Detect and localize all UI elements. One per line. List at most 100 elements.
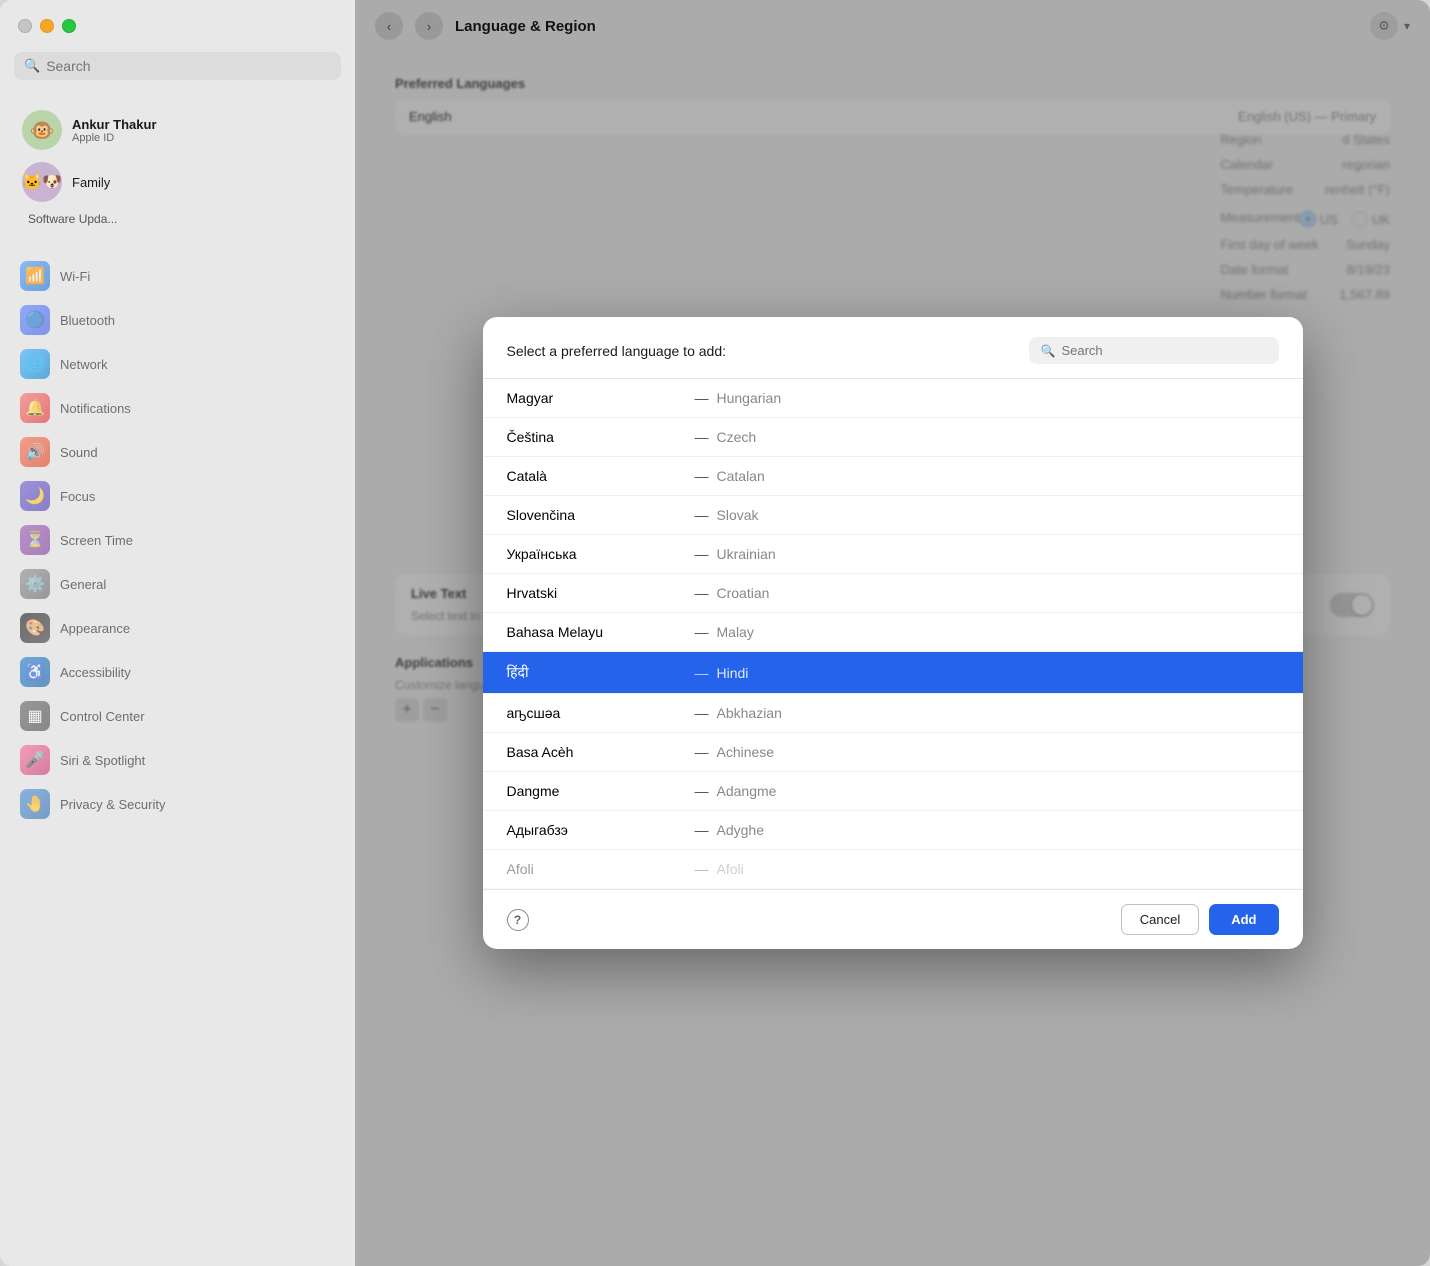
avatar: 🐵 [22, 110, 62, 150]
sidebar-search-box[interactable]: 🔍 [14, 52, 341, 80]
sidebar-user-section: 🐵 Ankur Thakur Apple ID 🐱🐶 Family Softwa… [0, 96, 355, 252]
modal-search-input[interactable] [1061, 343, 1266, 358]
main-window: 🔍 🐵 Ankur Thakur Apple ID 🐱🐶 Family Soft… [0, 0, 1430, 1266]
sidebar-item-network[interactable]: 🌐 Network [10, 342, 345, 386]
minimize-button[interactable] [40, 19, 54, 33]
lang-native-7: हिंदी [507, 663, 687, 682]
user-info: Ankur Thakur Apple ID [72, 117, 157, 144]
lang-native-11: Адыгабзэ [507, 822, 687, 838]
sidebar-user-item[interactable]: 🐵 Ankur Thakur Apple ID [14, 104, 341, 156]
sound-icon: 🔊 [20, 437, 50, 467]
sidebar-item-siri[interactable]: 🎤 Siri & Spotlight [10, 738, 345, 782]
sidebar-item-general[interactable]: ⚙️ General [10, 562, 345, 606]
language-row-hrvatski[interactable]: Hrvatski — Croatian [483, 574, 1303, 613]
sidebar-item-bluetooth-label: Bluetooth [60, 313, 115, 328]
lang-native-3: Slovenčina [507, 507, 687, 523]
sidebar-item-network-label: Network [60, 357, 108, 372]
accessibility-icon: ♿ [20, 657, 50, 687]
lang-english-5: Croatian [717, 585, 770, 601]
sidebar-item-controlcenter[interactable]: ▦ Control Center [10, 694, 345, 738]
screentime-icon: ⏳ [20, 525, 50, 555]
language-picker-modal: Select a preferred language to add: 🔍 Ma… [483, 317, 1303, 949]
privacy-icon: 🤚 [20, 789, 50, 819]
lang-english-10: Adangme [717, 783, 777, 799]
lang-english-3: Slovak [717, 507, 759, 523]
sidebar-item-privacy[interactable]: 🤚 Privacy & Security [10, 782, 345, 826]
modal-search-container[interactable]: 🔍 [1029, 337, 1279, 364]
lang-english-12: Afoli [717, 861, 744, 877]
lang-english-1: Czech [717, 429, 757, 445]
modal-footer: ? Cancel Add [483, 890, 1303, 949]
language-row-adyghe[interactable]: Адыгабзэ — Adyghe [483, 811, 1303, 850]
sidebar-item-accessibility[interactable]: ♿ Accessibility [10, 650, 345, 694]
wifi-icon: 📶 [20, 261, 50, 291]
lang-english-9: Achinese [717, 744, 775, 760]
bluetooth-icon: 🔵 [20, 305, 50, 335]
language-row-magyar[interactable]: Magyar — Hungarian [483, 379, 1303, 418]
sidebar-item-sound[interactable]: 🔊 Sound [10, 430, 345, 474]
sidebar-item-sound-label: Sound [60, 445, 98, 460]
modal-title: Select a preferred language to add: [507, 343, 727, 359]
software-update[interactable]: Software Upda... [14, 208, 341, 236]
sidebar-item-privacy-label: Privacy & Security [60, 797, 165, 812]
language-row-achinese[interactable]: Basa Acèh — Achinese [483, 733, 1303, 772]
language-row-slovencina[interactable]: Slovenčina — Slovak [483, 496, 1303, 535]
modal-overlay: Select a preferred language to add: 🔍 Ma… [355, 0, 1430, 1266]
sidebar-item-siri-label: Siri & Spotlight [60, 753, 145, 768]
sidebar-item-bluetooth[interactable]: 🔵 Bluetooth [10, 298, 345, 342]
lang-english-0: Hungarian [717, 390, 782, 406]
language-row-hindi[interactable]: हिंदी — Hindi [483, 652, 1303, 694]
lang-native-4: Українська [507, 546, 687, 562]
sidebar-items: 🐵 Ankur Thakur Apple ID 🐱🐶 Family Softwa… [0, 92, 355, 1266]
language-list: Magyar — Hungarian Čeština — Czech Catal… [483, 378, 1303, 890]
maximize-button[interactable] [62, 19, 76, 33]
lang-native-2: Català [507, 468, 687, 484]
lang-native-8: аҧсшәа [507, 705, 687, 721]
lang-native-0: Magyar [507, 390, 687, 406]
language-row-adangme[interactable]: Dangme — Adangme [483, 772, 1303, 811]
lang-english-7: Hindi [717, 665, 749, 681]
close-button[interactable] [18, 19, 32, 33]
focus-icon: 🌙 [20, 481, 50, 511]
language-row-catala[interactable]: Català — Catalan [483, 457, 1303, 496]
search-input[interactable] [46, 58, 331, 74]
lang-native-10: Dangme [507, 783, 687, 799]
sidebar-titlebar [0, 0, 355, 52]
language-row-afoli[interactable]: Afoli — Afoli [483, 850, 1303, 889]
language-row-cestina[interactable]: Čeština — Czech [483, 418, 1303, 457]
sidebar-item-focus[interactable]: 🌙 Focus [10, 474, 345, 518]
cancel-button[interactable]: Cancel [1121, 904, 1199, 935]
sidebar-item-notifications[interactable]: 🔔 Notifications [10, 386, 345, 430]
lang-native-1: Čeština [507, 429, 687, 445]
network-icon: 🌐 [20, 349, 50, 379]
help-button[interactable]: ? [507, 909, 529, 931]
language-row-malay[interactable]: Bahasa Melayu — Malay [483, 613, 1303, 652]
controlcenter-icon: ▦ [20, 701, 50, 731]
sidebar-family-item[interactable]: 🐱🐶 Family [14, 156, 341, 208]
lang-native-12: Afoli [507, 861, 687, 877]
sidebar-item-appearance[interactable]: 🎨 Appearance [10, 606, 345, 650]
lang-native-6: Bahasa Melayu [507, 624, 687, 640]
sidebar-main-section: 📶 Wi-Fi 🔵 Bluetooth 🌐 Network 🔔 Notifica… [0, 252, 355, 828]
family-label: Family [72, 175, 110, 190]
sidebar-search-container: 🔍 [0, 52, 355, 92]
lang-native-9: Basa Acèh [507, 744, 687, 760]
language-row-abkhazian[interactable]: аҧсшәа — Abkhazian [483, 694, 1303, 733]
lang-english-4: Ukrainian [717, 546, 776, 562]
lang-native-5: Hrvatski [507, 585, 687, 601]
language-row-ukrainian[interactable]: Українська — Ukrainian [483, 535, 1303, 574]
main-content: ‹ › Language & Region ⚙ ▾ Preferred Lang… [355, 0, 1430, 1266]
user-name: Ankur Thakur [72, 117, 157, 132]
user-apple-id: Apple ID [72, 132, 157, 144]
lang-english-6: Malay [717, 624, 754, 640]
lang-english-2: Catalan [717, 468, 765, 484]
sidebar-item-screentime[interactable]: ⏳ Screen Time [10, 518, 345, 562]
sidebar: 🔍 🐵 Ankur Thakur Apple ID 🐱🐶 Family Soft… [0, 0, 355, 1266]
sidebar-item-notifications-label: Notifications [60, 401, 131, 416]
appearance-icon: 🎨 [20, 613, 50, 643]
siri-icon: 🎤 [20, 745, 50, 775]
sidebar-item-wifi[interactable]: 📶 Wi-Fi [10, 254, 345, 298]
add-button[interactable]: Add [1209, 904, 1278, 935]
modal-search-icon: 🔍 [1041, 344, 1056, 358]
sidebar-item-controlcenter-label: Control Center [60, 709, 145, 724]
